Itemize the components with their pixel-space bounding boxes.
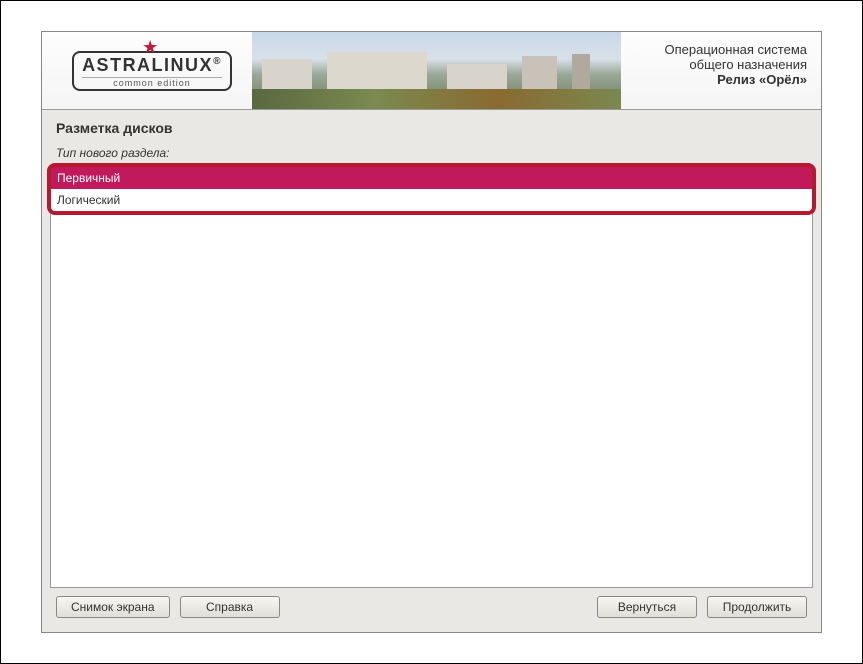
installer-window: ★ Astralinux® common edition Операционна… (41, 31, 822, 633)
option-primary[interactable]: Первичный (51, 167, 812, 189)
header-banner: ★ Astralinux® common edition Операционна… (42, 32, 821, 110)
release-name: Релиз «Орёл» (621, 72, 807, 87)
os-name-line1: Операционная система (621, 42, 807, 57)
logo-main-text: Astralinux (82, 55, 213, 75)
continue-button[interactable]: Продолжить (707, 596, 807, 618)
content-area: Разметка дисков Тип нового раздела: Перв… (42, 110, 821, 632)
logo-sub-text: common edition (82, 77, 222, 88)
prompt-label: Тип нового раздела: (50, 140, 813, 166)
option-logical[interactable]: Логический (51, 189, 812, 211)
button-bar: Снимок экрана Справка Вернуться Продолжи… (50, 588, 813, 624)
star-icon: ★ (142, 37, 158, 58)
page-title: Разметка дисков (50, 118, 813, 140)
partition-type-list: Первичный Логический (50, 166, 813, 588)
screenshot-button[interactable]: Снимок экрана (56, 596, 170, 618)
header-text: Операционная система общего назначения Р… (621, 32, 821, 109)
back-button[interactable]: Вернуться (597, 596, 697, 618)
logo-area: ★ Astralinux® common edition (42, 32, 252, 109)
help-button[interactable]: Справка (180, 596, 280, 618)
banner-cityscape (252, 32, 621, 109)
os-name-line2: общего назначения (621, 57, 807, 72)
astralinux-logo: ★ Astralinux® common edition (72, 51, 232, 91)
